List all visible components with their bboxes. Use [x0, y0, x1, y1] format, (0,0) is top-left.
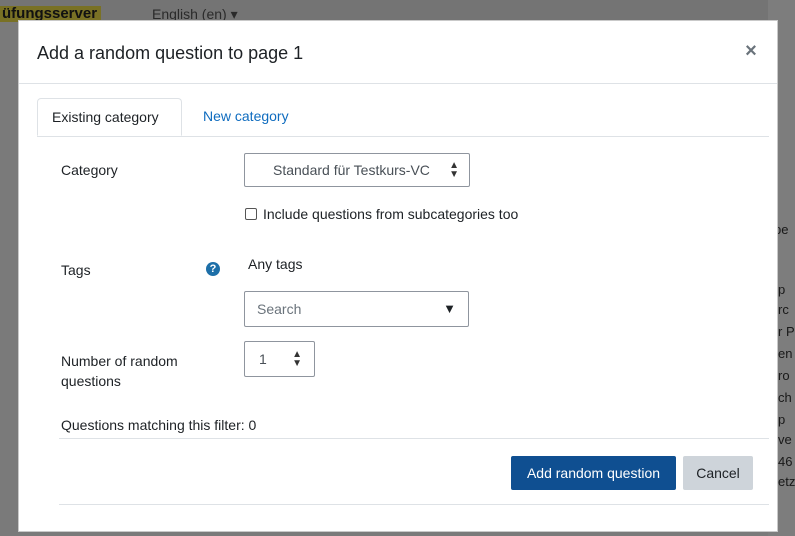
category-select-value: Standard für Testkurs-VC — [273, 162, 430, 178]
number-select-value: 1 — [259, 351, 267, 367]
tab-existing-category[interactable]: Existing category — [37, 98, 182, 136]
number-select[interactable]: 1 ▲ ▼ — [244, 341, 315, 377]
dropdown-arrow-icon: ▼ — [443, 301, 456, 316]
tags-value: Any tags — [248, 256, 303, 272]
category-select[interactable]: Standard für Testkurs-VC ▲ ▼ — [244, 153, 470, 187]
modal-title: Add a random question to page 1 — [37, 43, 304, 63]
cancel-button[interactable]: Cancel — [683, 456, 753, 490]
matching-count: Questions matching this filter: 0 — [61, 417, 257, 433]
number-label-cont: questions — [61, 373, 121, 389]
select-arrows-icon: ▲ ▼ — [292, 349, 302, 369]
category-label: Category — [61, 162, 118, 178]
subcategories-label: Include questions from subcategories too — [263, 206, 519, 222]
search-placeholder: Search — [257, 301, 302, 317]
tags-search-input[interactable]: Search ▼ — [244, 291, 469, 327]
category-tabs: Existing category New category — [37, 98, 769, 137]
help-icon[interactable]: ? — [206, 262, 220, 276]
subcategories-checkbox[interactable] — [245, 208, 257, 220]
close-icon[interactable]: × — [739, 39, 763, 63]
divider — [59, 504, 769, 505]
divider — [59, 438, 769, 439]
tags-label: Tags — [61, 262, 91, 278]
number-label: Number of random — [61, 353, 178, 369]
modal-header: Add a random question to page 1 × — [19, 21, 777, 84]
select-arrows-icon: ▲ ▼ — [449, 160, 459, 180]
add-random-question-button[interactable]: Add random question — [511, 456, 676, 490]
random-question-dialog: Add a random question to page 1 × Existi… — [18, 20, 778, 532]
tab-new-category[interactable]: New category — [195, 98, 297, 136]
